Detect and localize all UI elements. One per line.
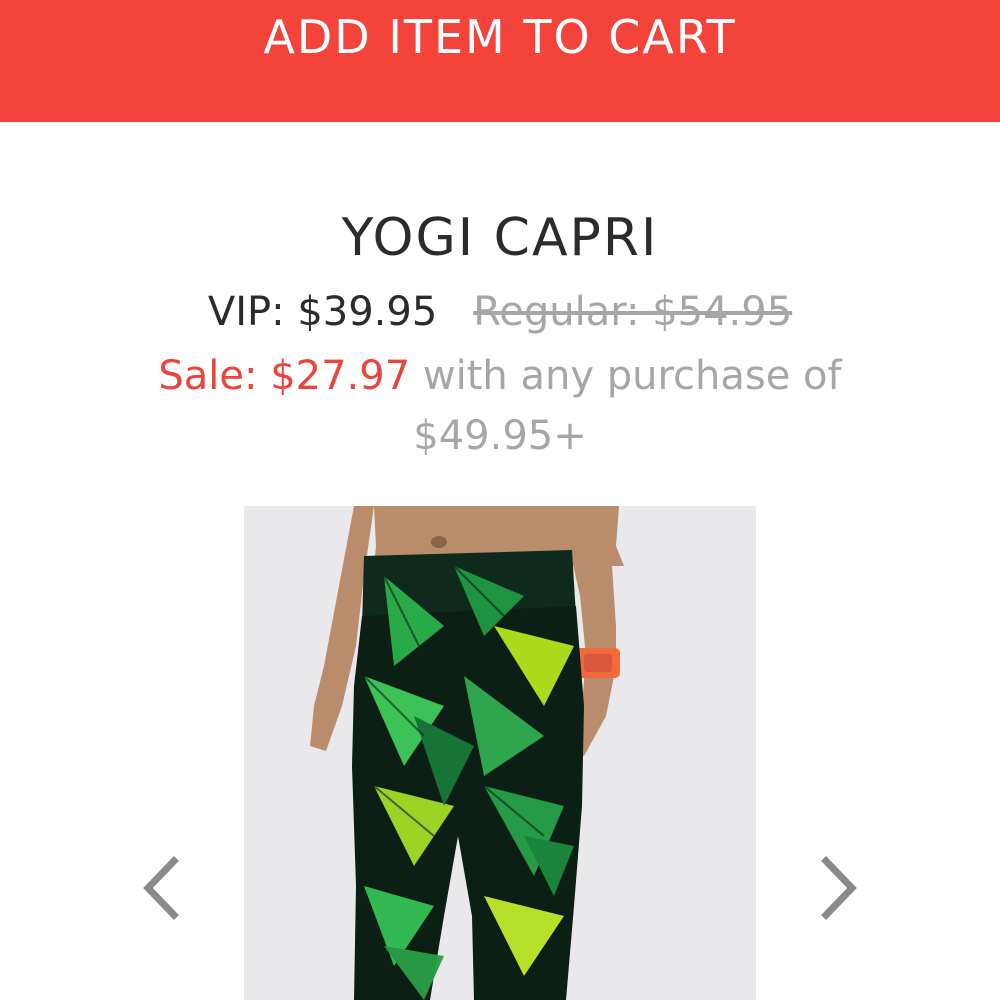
vip-price: VIP: $39.95 (207, 289, 438, 335)
sale-condition: with any purchase of $49.95+ (413, 353, 842, 459)
chevron-right-icon (821, 856, 857, 920)
add-to-cart-button[interactable]: ADD ITEM TO CART (0, 0, 1000, 122)
next-image-button[interactable] (818, 855, 862, 921)
price-row: VIP: $39.95 Regular: $54.95 (0, 288, 1000, 336)
add-to-cart-label: ADD ITEM TO CART (263, 10, 737, 64)
product-image[interactable] (244, 506, 756, 1000)
regular-price: Regular: $54.95 (473, 289, 793, 335)
previous-image-button[interactable] (138, 855, 182, 921)
sale-row: Sale: $27.97 with any purchase of $49.95… (150, 346, 850, 466)
product-photo (244, 506, 756, 1000)
product-title: YOGI CAPRI (341, 208, 659, 268)
chevron-left-icon (143, 856, 179, 920)
sale-price: Sale: $27.97 (158, 353, 411, 399)
